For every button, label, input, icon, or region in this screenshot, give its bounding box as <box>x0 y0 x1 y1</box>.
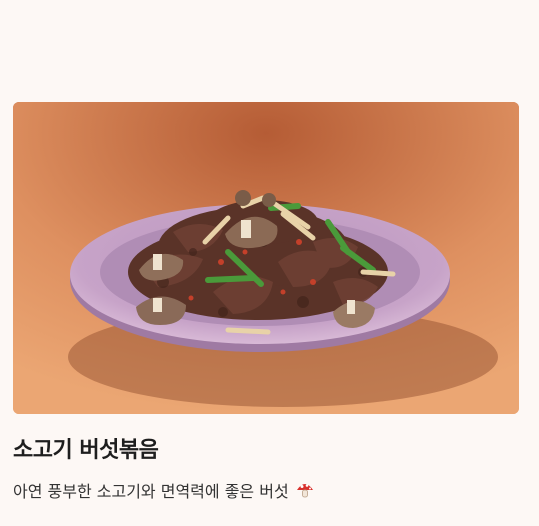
recipe-description-text: 아연 풍부한 소고기와 면역력에 좋은 버섯 <box>13 482 289 501</box>
recipe-title: 소고기 버섯볶음 <box>13 438 159 463</box>
recipe-image[interactable] <box>13 102 519 414</box>
recipe-description: 아연 풍부한 소고기와 면역력에 좋은 버섯 <box>13 478 315 504</box>
mushroom-icon <box>295 480 315 504</box>
recipe-card[interactable]: 소고기 버섯볶음 아연 풍부한 소고기와 면역력에 좋은 버섯 <box>13 102 519 501</box>
beef-mushroom-stir-fry-photo-icon <box>13 102 519 414</box>
